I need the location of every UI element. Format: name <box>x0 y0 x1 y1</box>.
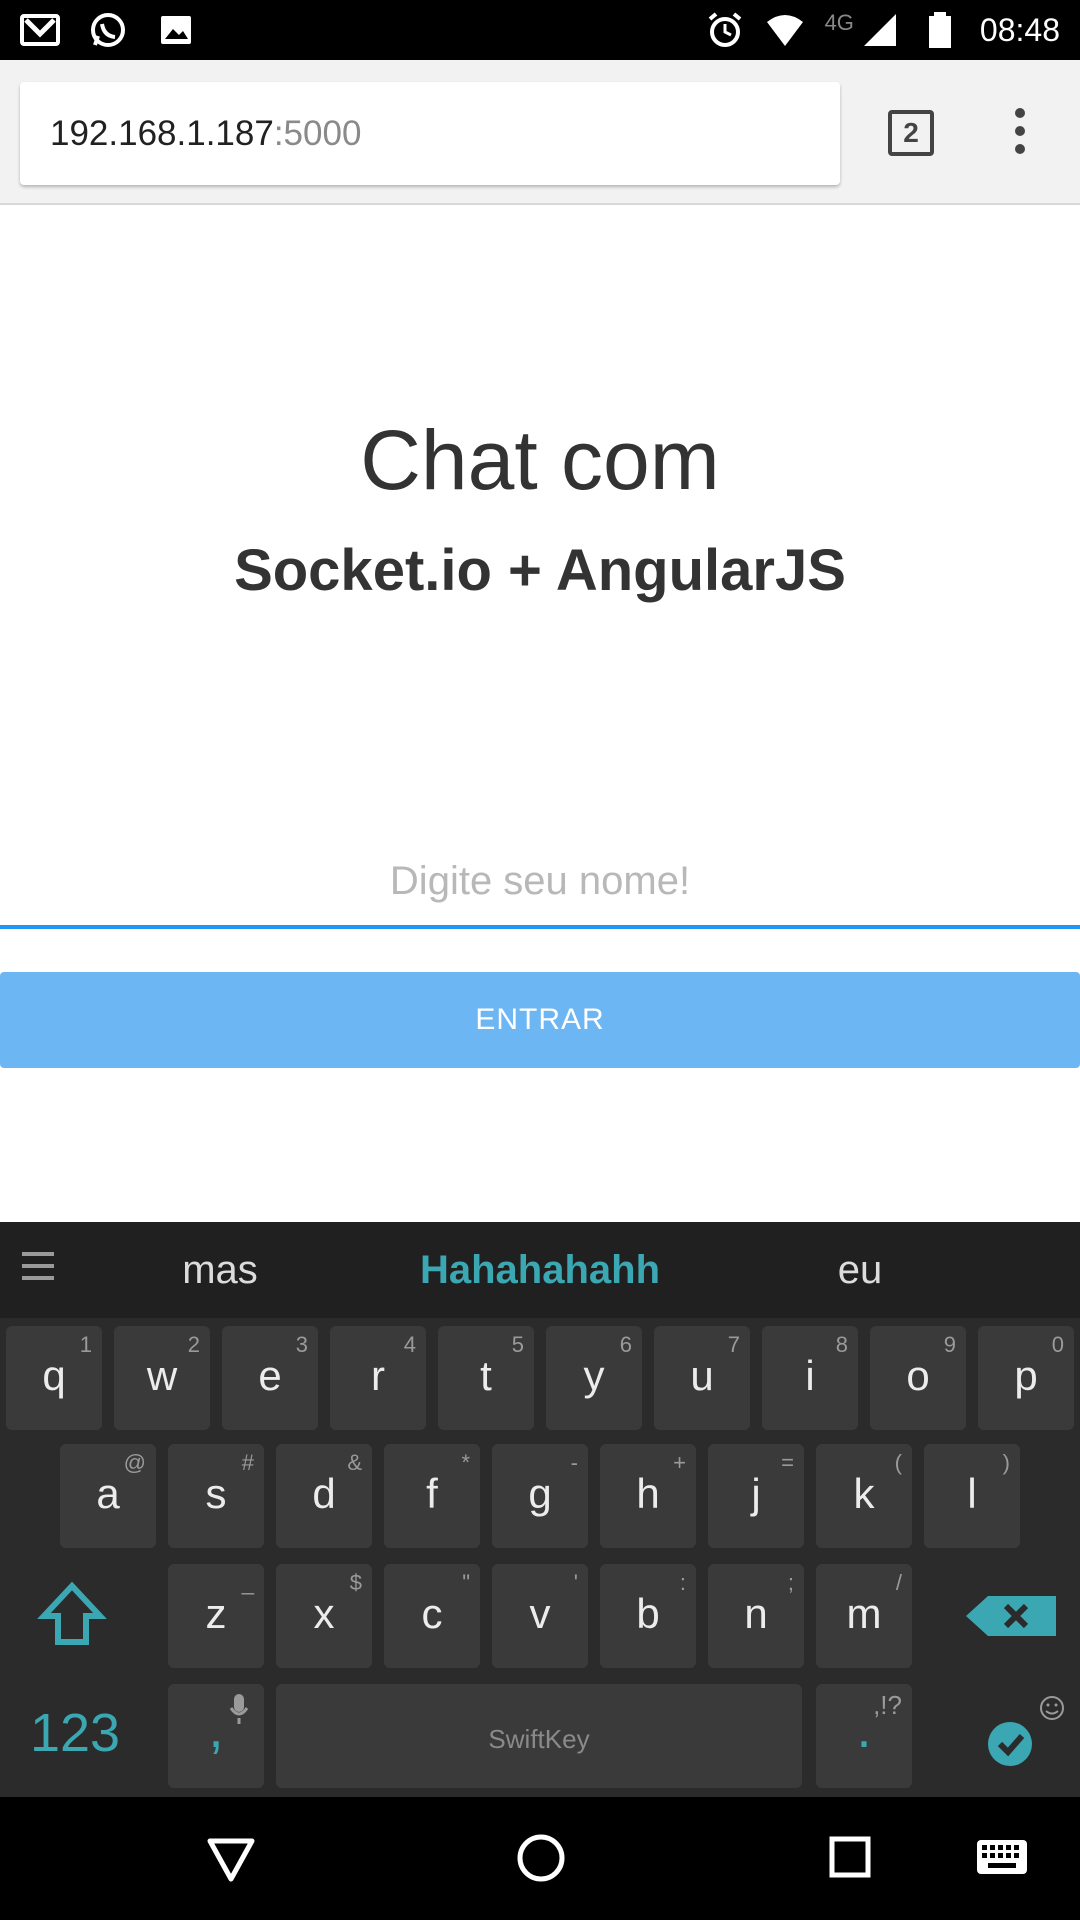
backspace-key[interactable] <box>960 1564 1060 1668</box>
name-input[interactable] <box>0 837 1080 929</box>
key-j[interactable]: j = <box>708 1444 804 1548</box>
key-z[interactable]: z _ <box>168 1564 264 1668</box>
key-l[interactable]: l) <box>924 1444 1020 1548</box>
address-bar[interactable]: 192.168.1.187:5000 <box>20 82 840 185</box>
url-port: :5000 <box>273 114 362 153</box>
comma-key[interactable]: , <box>168 1684 264 1788</box>
key-q[interactable]: q1 <box>6 1326 102 1430</box>
key-i[interactable]: i8 <box>762 1326 858 1430</box>
key-y[interactable]: y6 <box>546 1326 642 1430</box>
keyboard-icon[interactable] <box>976 1839 1028 1875</box>
key-g[interactable]: g- <box>492 1444 588 1548</box>
key-w[interactable]: w2 <box>114 1326 210 1430</box>
swiftkey-logo: SwiftKey <box>488 1724 590 1754</box>
navigation-bar <box>0 1797 1080 1920</box>
key-h[interactable]: h + <box>600 1444 696 1548</box>
page-title: Chat com <box>360 413 720 507</box>
key-n[interactable]: n; <box>708 1564 804 1668</box>
page-subtitle: Socket.io + AngularJS <box>234 538 846 603</box>
backspace-icon <box>966 1596 1056 1636</box>
url-text[interactable]: 192.168.1.187:5000 <box>50 82 361 185</box>
key-o[interactable]: o9 <box>870 1326 966 1430</box>
status-bar: 4G 08:48 <box>0 0 1080 60</box>
suggestion-left[interactable]: mas <box>120 1222 320 1318</box>
keyboard: mas Hahahahahh eu q1 w2 e3 r4 t5 y6 u7 i… <box>0 1222 1080 1797</box>
key-e[interactable]: e3 <box>222 1326 318 1430</box>
shift-icon <box>37 1581 107 1645</box>
gmail-icon <box>20 14 60 46</box>
checkmark-icon <box>988 1696 1064 1766</box>
hamburger-menu-icon[interactable] <box>22 1252 54 1284</box>
suggestion-right[interactable]: eu <box>760 1222 960 1318</box>
key-d[interactable]: d & <box>276 1444 372 1548</box>
key-b[interactable]: b: <box>600 1564 696 1668</box>
numbers-key[interactable]: 123 <box>10 1684 140 1788</box>
more-vert-icon[interactable] <box>1005 108 1035 158</box>
back-icon[interactable] <box>206 1835 256 1883</box>
recents-icon[interactable] <box>828 1835 872 1879</box>
url-host: 192.168.1.187 <box>50 114 274 153</box>
microphone-icon <box>229 1694 249 1724</box>
suggestion-center[interactable]: Hahahahahh <box>360 1222 720 1318</box>
key-r[interactable]: r4 <box>330 1326 426 1430</box>
signal-icon <box>863 14 896 46</box>
key-c[interactable]: c " <box>384 1564 480 1668</box>
key-u[interactable]: u7 <box>654 1326 750 1430</box>
key-t[interactable]: t5 <box>438 1326 534 1430</box>
key-v[interactable]: v ' <box>492 1564 588 1668</box>
network-type-label: 4G <box>824 10 854 35</box>
enter-key[interactable] <box>960 1684 1070 1788</box>
web-page-content: Chat com Socket.io + AngularJS ENTRAR <box>0 207 1080 1222</box>
key-f[interactable]: f * <box>384 1444 480 1548</box>
gallery-icon <box>161 16 191 44</box>
tab-switcher-button[interactable]: 2 <box>888 110 934 156</box>
key-s[interactable]: s # <box>168 1444 264 1548</box>
space-key[interactable]: SwiftKey <box>276 1684 802 1788</box>
browser-toolbar: 192.168.1.187:5000 2 <box>0 60 1080 205</box>
home-icon[interactable] <box>516 1833 566 1883</box>
period-key[interactable]: . ,!? <box>816 1684 912 1788</box>
wifi-icon <box>766 15 803 46</box>
battery-icon <box>928 12 951 48</box>
suggestion-bar: mas Hahahahahh eu <box>0 1222 1080 1318</box>
shift-key[interactable] <box>24 1564 120 1668</box>
key-k[interactable]: k( <box>816 1444 912 1548</box>
key-m[interactable]: m / <box>816 1564 912 1668</box>
key-p[interactable]: p0 <box>978 1326 1074 1430</box>
whatsapp-icon <box>91 13 125 47</box>
enter-button[interactable]: ENTRAR <box>0 972 1080 1068</box>
key-a[interactable]: a @ <box>60 1444 156 1548</box>
alarm-icon <box>708 12 741 47</box>
key-x[interactable]: x $ <box>276 1564 372 1668</box>
clock: 08:48 <box>979 12 1060 48</box>
